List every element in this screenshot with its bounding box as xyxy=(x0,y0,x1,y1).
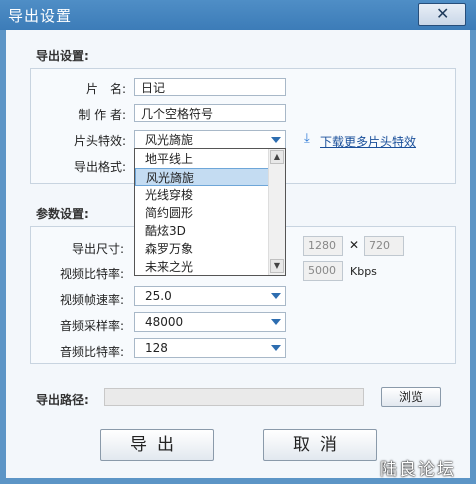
export-size-label: 导出尺寸: xyxy=(71,242,124,256)
export-settings-window: 导出设置 ✕ 导出设置: 片 名: 日记 制 作 者: 几个空格符号 片头特效:… xyxy=(0,0,476,484)
title-label: 片 名: xyxy=(85,82,126,96)
scroll-down-icon[interactable]: ▼ xyxy=(270,259,284,273)
browse-button[interactable]: 浏览 xyxy=(381,387,441,407)
intro-effect-label: 片头特效: xyxy=(73,134,126,148)
download-icon: ⤓ xyxy=(304,131,310,146)
close-button[interactable]: ✕ xyxy=(418,3,466,26)
intro-effect-select[interactable]: 风光旖旎 xyxy=(134,130,286,150)
list-item[interactable]: 未来之光 xyxy=(135,258,270,276)
frame-rate-label: 视频帧速率: xyxy=(59,293,124,307)
audio-bitrate-select[interactable]: 128 xyxy=(134,338,286,358)
scroll-up-icon[interactable]: ▲ xyxy=(270,150,284,164)
video-bitrate-label: 视频比特率: xyxy=(59,267,124,281)
list-item[interactable]: 简约圆形 xyxy=(135,204,270,222)
audio-bitrate-label: 音频比特率: xyxy=(59,345,124,359)
chevron-down-icon xyxy=(271,345,281,351)
height-input[interactable]: 720 xyxy=(364,236,404,256)
sample-rate-select[interactable]: 48000 xyxy=(134,312,286,332)
list-item[interactable]: 酷炫3D xyxy=(135,222,270,240)
video-bitrate-unit: Kbps xyxy=(350,265,377,278)
window-title: 导出设置 xyxy=(8,7,73,25)
export-path-input[interactable] xyxy=(104,388,364,406)
author-label: 制 作 者: xyxy=(78,108,126,122)
intro-effect-value: 风光旖旎 xyxy=(145,133,194,147)
export-format-label: 导出格式: xyxy=(73,160,126,174)
video-bitrate-input[interactable]: 5000 xyxy=(303,261,343,281)
chevron-down-icon xyxy=(271,293,281,299)
export-path-label: 导出路径: xyxy=(36,393,89,407)
sample-rate-label: 音频采样率: xyxy=(59,319,124,333)
close-icon: ✕ xyxy=(436,4,450,23)
chevron-down-icon xyxy=(271,137,281,143)
chevron-down-icon xyxy=(271,319,281,325)
export-section-label: 导出设置: xyxy=(36,49,89,63)
frame-rate-select[interactable]: 25.0 xyxy=(134,286,286,306)
list-item-selected[interactable]: 风光旖旎 xyxy=(135,168,270,186)
list-item[interactable]: 光线穿梭 xyxy=(135,186,270,204)
audio-bitrate-value: 128 xyxy=(145,341,168,355)
width-input[interactable]: 1280 xyxy=(303,236,343,256)
params-section-label: 参数设置: xyxy=(36,207,89,221)
dropdown-scrollbar[interactable]: ▲ ▼ xyxy=(268,149,285,275)
sample-rate-value: 48000 xyxy=(145,315,184,329)
title-bar[interactable]: 导出设置 ✕ xyxy=(0,0,476,30)
intro-effect-dropdown-list[interactable]: 地平线上 风光旖旎 光线穿梭 简约圆形 酷炫3D 森罗万象 未来之光 ▲ ▼ xyxy=(134,148,286,276)
list-item[interactable]: 地平线上 xyxy=(135,150,270,168)
list-item[interactable]: 森罗万象 xyxy=(135,240,270,258)
download-more-link[interactable]: 下载更多片头特效 xyxy=(320,133,416,150)
cancel-button[interactable]: 取消 xyxy=(263,429,377,461)
watermark-text: 陆良论坛 xyxy=(380,460,456,480)
frame-rate-value: 25.0 xyxy=(145,289,172,303)
size-separator: ✕ xyxy=(349,238,360,252)
author-input[interactable]: 几个空格符号 xyxy=(134,104,286,122)
export-button[interactable]: 导出 xyxy=(100,429,214,461)
title-input[interactable]: 日记 xyxy=(134,78,286,96)
